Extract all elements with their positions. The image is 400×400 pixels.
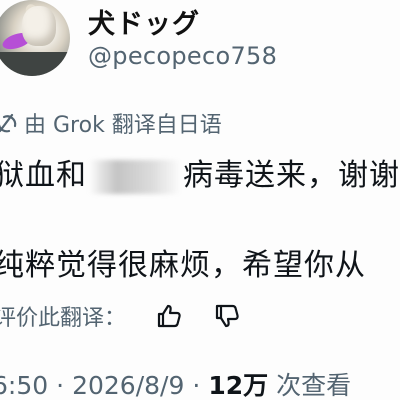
rate-translation-label: 评价此翻译：	[0, 306, 127, 331]
rate-translation-row: 评价此翻译：	[0, 300, 270, 332]
translation-banner[interactable]: 由 Grok 翻译自日语	[0, 107, 222, 139]
display-name[interactable]: 犬ドッグ	[88, 2, 200, 41]
tweet-text-line-1: 狱血和 病毒送来，谢谢四	[0, 150, 400, 194]
censored-text	[89, 159, 181, 194]
avatar[interactable]	[0, 0, 70, 76]
separator-dot: ·	[56, 371, 65, 400]
tweet-screenshot: 犬ドッグ @pecopeco758 由 Grok 翻译自日语 狱血和 病毒送来，谢…	[0, 0, 400, 400]
avatar-dog-head	[22, 6, 56, 46]
tweet-text-line-2: 纯粹觉得很麻烦，希望你从	[0, 248, 366, 283]
user-handle[interactable]: @pecopeco758	[88, 42, 277, 70]
grok-icon	[0, 111, 18, 135]
tweet-date[interactable]: 2026/8/9	[72, 371, 184, 400]
tweet-time[interactable]: 6:50	[0, 371, 48, 400]
translation-banner-label: 由 Grok 翻译自日语	[24, 113, 222, 138]
views-count[interactable]: 12万	[208, 366, 268, 400]
thumbs-up-icon[interactable]	[154, 301, 184, 331]
views-label: 次查看	[276, 371, 352, 400]
tweet-text-fragment: 狱血和	[0, 158, 87, 193]
tweet-text-fragment: 病毒送来，谢谢四	[183, 158, 400, 193]
tweet-meta: 6:50 · 2026/8/9 · 12万 次查看	[0, 366, 351, 400]
thumbs-down-icon[interactable]	[212, 301, 242, 331]
avatar-seat	[0, 52, 70, 76]
separator-dot: ·	[192, 371, 201, 400]
